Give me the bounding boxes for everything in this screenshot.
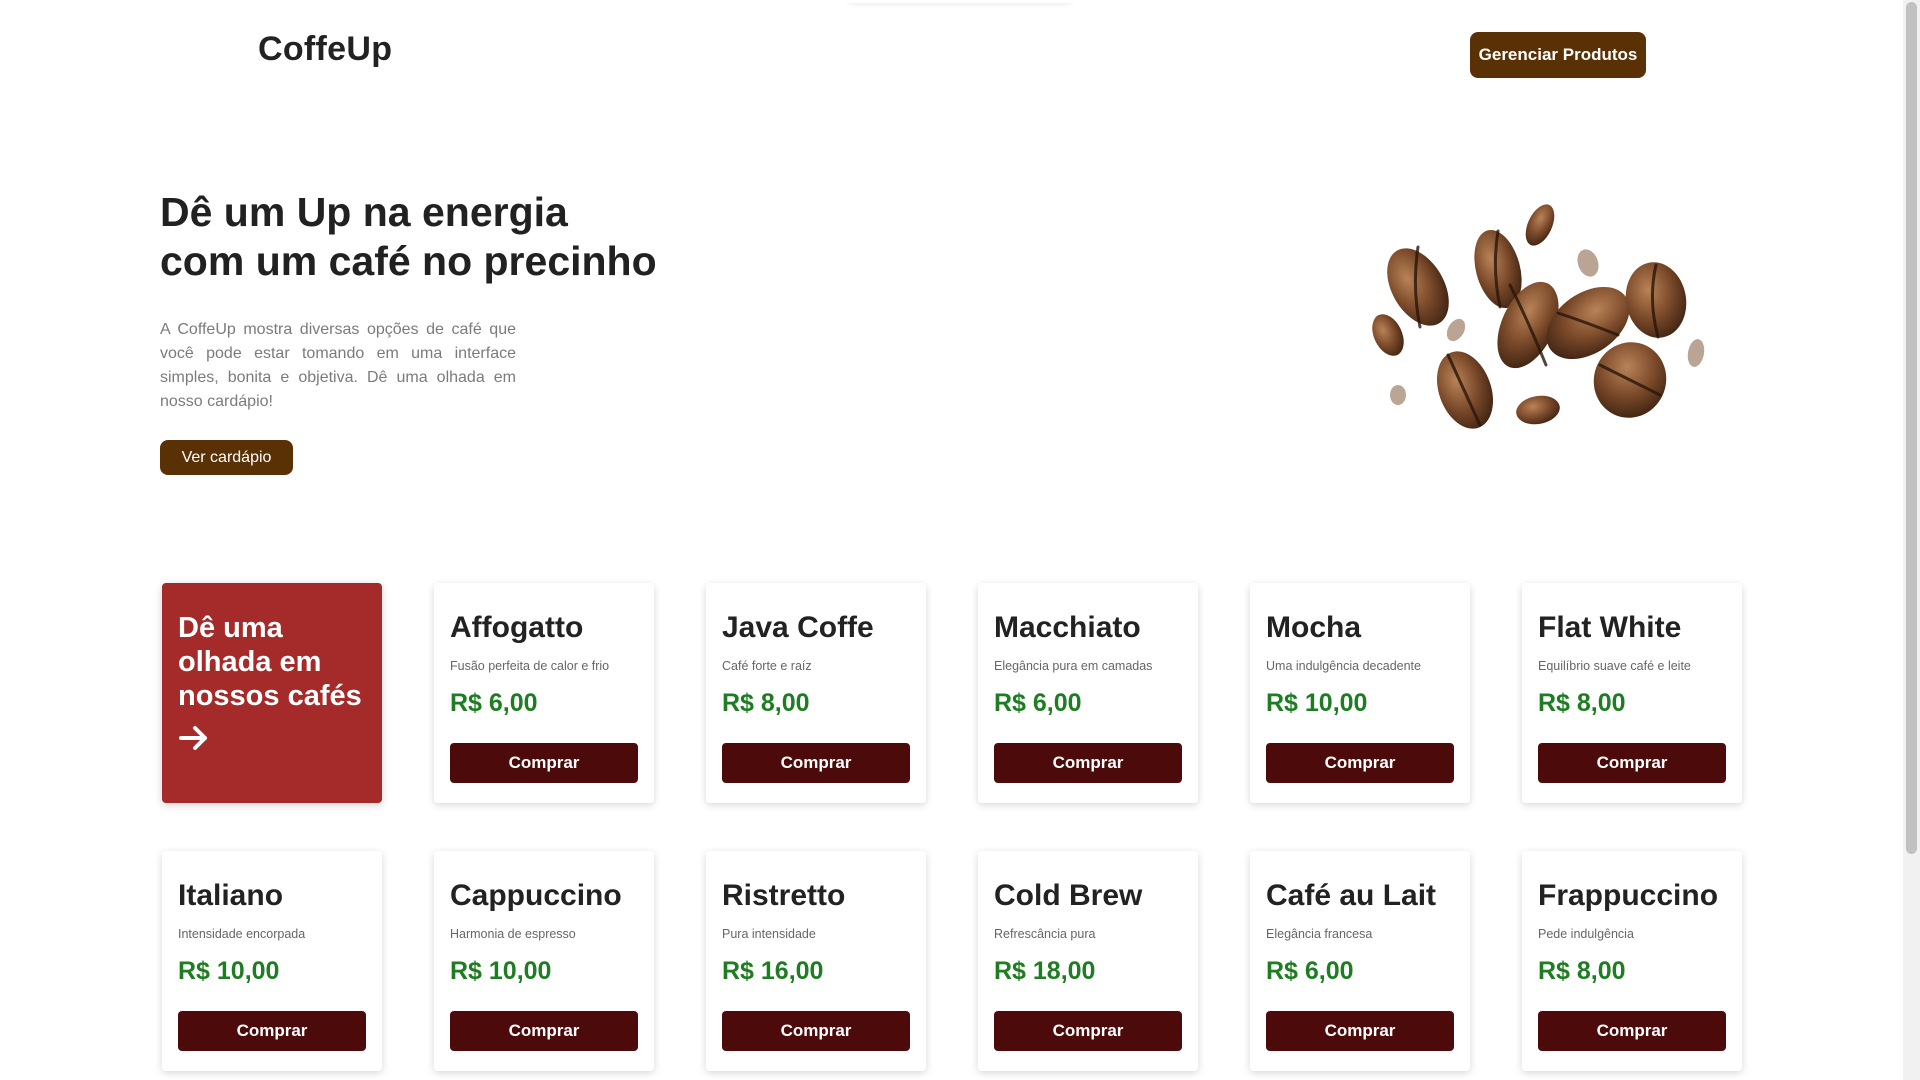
product-price: R$ 6,00 — [1266, 957, 1354, 985]
product-name: Macchiato — [994, 611, 1141, 644]
site-header: CoffeUp Gerenciar Produtos — [0, 0, 1903, 110]
buy-button[interactable]: Comprar — [1538, 1011, 1726, 1051]
product-name: Café au Lait — [1266, 879, 1437, 912]
product-price: R$ 10,00 — [1266, 689, 1368, 717]
buy-button[interactable]: Comprar — [994, 743, 1182, 783]
buy-button[interactable]: Comprar — [178, 1011, 366, 1051]
product-name: Frappuccino — [1538, 879, 1719, 912]
product-name: Ristretto — [722, 879, 846, 912]
product-name: Cappuccino — [450, 879, 622, 912]
buy-button[interactable]: Comprar — [450, 1011, 638, 1051]
product-price: R$ 6,00 — [994, 689, 1082, 717]
product-description: Refrescância pura — [994, 927, 1096, 941]
product-description: Elegância francesa — [1266, 927, 1373, 941]
product-price: R$ 8,00 — [1538, 957, 1626, 985]
product-card: Affogatto Fusão perfeita de calor e frio R… — [434, 583, 654, 803]
product-name: Mocha — [1266, 611, 1362, 644]
product-price: R$ 10,00 — [450, 957, 552, 985]
buy-button[interactable]: Comprar — [1266, 1011, 1454, 1051]
product-card: Java Coffe Café forte e raíz R$ 8,00 Compra… — [706, 583, 926, 803]
view-menu-button[interactable]: Ver cardápio — [160, 440, 293, 475]
product-card: Macchiato Elegância pura em camadas R$ 6,0… — [978, 583, 1198, 803]
product-price: R$ 16,00 — [722, 957, 824, 985]
scrollbar[interactable] — [1903, 0, 1920, 1080]
product-name: Affogatto — [450, 611, 584, 644]
product-price: R$ 18,00 — [994, 957, 1096, 985]
hero-description: A CoffeUp mostra diversas opções de café… — [160, 321, 516, 410]
logo[interactable]: CoffeUp — [258, 30, 392, 69]
product-description: Pura intensidade — [722, 927, 816, 941]
product-card: Flat White Equilíbrio suave café e leite R… — [1522, 583, 1742, 803]
buy-button[interactable]: Comprar — [722, 1011, 910, 1051]
product-description: Fusão perfeita de calor e frio — [450, 659, 610, 673]
product-description: Uma indulgência decadente — [1266, 659, 1421, 673]
scrollbar-thumb[interactable] — [1906, 2, 1917, 854]
product-name: Cold Brew — [994, 879, 1143, 912]
product-card: Cold Brew Refrescância pura R$ 18,00 Compra… — [978, 851, 1198, 1071]
product-description: Equilíbrio suave café e leite — [1538, 659, 1691, 673]
product-name: Italiano — [178, 879, 284, 912]
buy-button[interactable]: Comprar — [1538, 743, 1726, 783]
product-name: Java Coffe — [722, 611, 874, 644]
product-price: R$ 8,00 — [722, 689, 810, 717]
manage-products-button[interactable]: Gerenciar Produtos — [1470, 32, 1646, 78]
product-name: Flat White — [1538, 611, 1682, 644]
product-price: R$ 8,00 — [1538, 689, 1626, 717]
product-description: Harmonia de espresso — [450, 927, 576, 941]
hero-title-line-1: Dê um Up na energia — [160, 189, 568, 235]
buy-button[interactable]: Comprar — [722, 743, 910, 783]
product-description: Pede indulgência — [1538, 927, 1634, 941]
product-card: Cappuccino Harmonia de espresso R$ 10,00 Co… — [434, 851, 654, 1071]
product-description: Elegância pura em camadas — [994, 659, 1153, 673]
product-price: R$ 10,00 — [178, 957, 280, 985]
promo-text: Dê uma olhada em nossos cafés — [178, 612, 362, 712]
product-card: Café au Lait Elegância francesa R$ 6,00 Com… — [1250, 851, 1470, 1071]
buy-button[interactable]: Comprar — [1266, 743, 1454, 783]
coffee-beans-image — [1372, 204, 1705, 429]
buy-button[interactable]: Comprar — [450, 743, 638, 783]
product-card: Frappuccino Pede indulgência R$ 8,00 Compra… — [1522, 851, 1742, 1071]
promo-card[interactable]: Dê uma olhada em nossos cafés — [162, 583, 382, 803]
product-description: Intensidade encorpada — [178, 927, 306, 941]
product-card: Mocha Uma indulgência decadente R$ 10,00 Co… — [1250, 583, 1470, 803]
hero-title: Dê um Up na energia com um café no preci… — [160, 188, 760, 286]
product-card: Italiano Intensidade encorpada R$ 10,00 Com… — [162, 851, 382, 1071]
product-description: Café forte e raíz — [722, 659, 812, 673]
arrow-right-icon — [179, 726, 207, 750]
buy-button[interactable]: Comprar — [994, 1011, 1182, 1051]
hero-title-line-2: com um café no precinho — [160, 238, 657, 284]
product-price: R$ 6,00 — [450, 689, 538, 717]
product-card: Ristretto Pura intensidade R$ 16,00 Comprar — [706, 851, 926, 1071]
